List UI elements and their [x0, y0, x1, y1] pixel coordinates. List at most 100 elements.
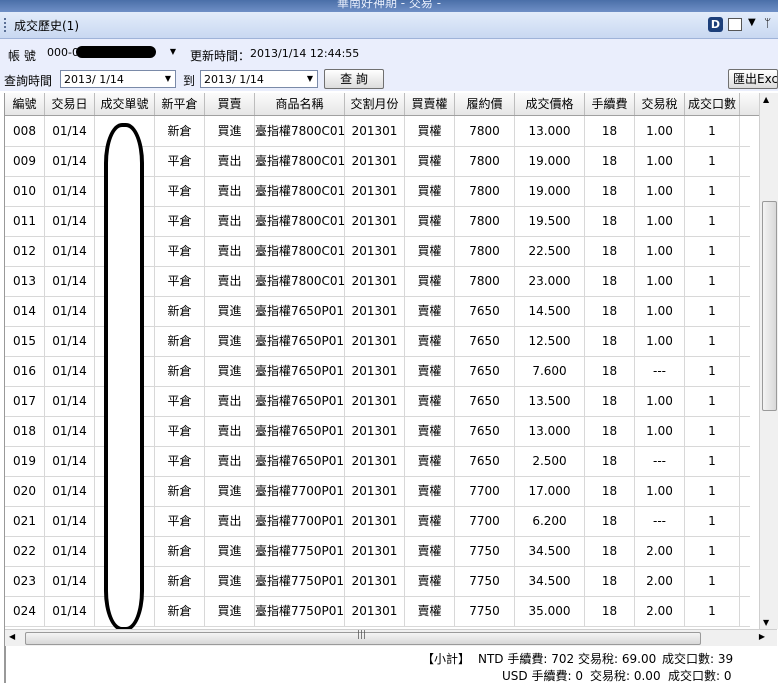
- cell-col-price: 34.500: [515, 536, 585, 566]
- cell-col-side: 賣出: [205, 146, 255, 176]
- to-date-select[interactable]: 2013/ 1/14 ▼: [200, 70, 318, 88]
- cell-col-open-close: 平倉: [155, 386, 205, 416]
- cell-col-date: 01/14: [45, 506, 95, 536]
- cell-col-price: 17.000: [515, 476, 585, 506]
- header-col-qty[interactable]: 成交口數: [685, 93, 740, 115]
- cell-col-fee: 18: [585, 266, 635, 296]
- redaction-mark: [104, 123, 144, 631]
- pin-icon[interactable]: ᛘ: [764, 16, 771, 30]
- from-date-value: 2013/ 1/14: [64, 73, 124, 86]
- header-col-side[interactable]: 買賣: [205, 93, 255, 115]
- chevron-down-icon[interactable]: ▼: [161, 71, 175, 87]
- cell-col-side: 買進: [205, 296, 255, 326]
- cell-col-tax: 1.00: [635, 416, 685, 446]
- cell-col-call-put: 賣權: [405, 476, 455, 506]
- cell-col-date: 01/14: [45, 416, 95, 446]
- cell-col-fee: 18: [585, 146, 635, 176]
- header-col-month[interactable]: 交割月份: [345, 93, 405, 115]
- scroll-up-icon[interactable]: ▲: [763, 95, 769, 104]
- cell-col-id: 013: [5, 266, 45, 296]
- cell-col-fee: 18: [585, 206, 635, 236]
- cell-col-strike: 7800: [455, 206, 515, 236]
- header-col-call-put[interactable]: 買賣權: [405, 93, 455, 115]
- cell-col-month: 201301: [345, 596, 405, 626]
- cell-col-product: 臺指權7800C01: [255, 176, 345, 206]
- cell-col-date: 01/14: [45, 446, 95, 476]
- chevron-down-icon[interactable]: ▼: [303, 71, 317, 87]
- header-col-open-close[interactable]: 新平倉: [155, 93, 205, 115]
- export-excel-button[interactable]: 匯出Excel: [728, 69, 778, 89]
- horizontal-scrollbar[interactable]: ◀ ||| ▶: [5, 629, 777, 646]
- header-col-strike[interactable]: 履約價: [455, 93, 515, 115]
- cell-col-month: 201301: [345, 236, 405, 266]
- cell-col-qty: 1: [685, 266, 740, 296]
- cell-col-tax: 2.00: [635, 596, 685, 626]
- cell-col-date: 01/14: [45, 566, 95, 596]
- cell-col-open-close: 新倉: [155, 116, 205, 146]
- scroll-down-icon[interactable]: ▼: [763, 618, 769, 627]
- header-col-order-no[interactable]: 成交單號: [95, 93, 155, 115]
- cell-col-open-close: 平倉: [155, 206, 205, 236]
- cell-col-id: 012: [5, 236, 45, 266]
- window-title: 華南好神期 - 交易 -: [336, 0, 442, 10]
- chevron-down-icon[interactable]: ▼: [166, 44, 180, 60]
- cell-col-date: 01/14: [45, 176, 95, 206]
- cell-col-qty: 1: [685, 146, 740, 176]
- query-label: 查詢時間: [4, 74, 53, 88]
- header-col-price[interactable]: 成交價格: [515, 93, 585, 115]
- header-col-fee[interactable]: 手續費: [585, 93, 635, 115]
- header-col-date[interactable]: 交易日: [45, 93, 95, 115]
- cell-col-open-close: 新倉: [155, 536, 205, 566]
- cell-col-id: 017: [5, 386, 45, 416]
- vertical-scrollbar[interactable]: ▲ ▼: [759, 93, 778, 629]
- cell-col-qty: 1: [685, 566, 740, 596]
- cell-col-strike: 7750: [455, 596, 515, 626]
- cell-col-id: 010: [5, 176, 45, 206]
- update-label: 更新時間：: [190, 49, 251, 63]
- d-button[interactable]: D: [708, 17, 723, 32]
- cell-col-fee: 18: [585, 566, 635, 596]
- cell-col-product: 臺指權7800C01: [255, 236, 345, 266]
- cell-col-call-put: 賣權: [405, 506, 455, 536]
- dropdown-arrow-icon[interactable]: ▼: [748, 17, 756, 28]
- cell-col-date: 01/14: [45, 266, 95, 296]
- cell-col-product: 臺指權7650P01: [255, 356, 345, 386]
- query-button[interactable]: 查 詢: [324, 69, 384, 89]
- cell-col-product: 臺指權7650P01: [255, 326, 345, 356]
- cell-col-month: 201301: [345, 206, 405, 236]
- cell-col-fee: 18: [585, 326, 635, 356]
- cell-col-fee: 18: [585, 116, 635, 146]
- cell-col-month: 201301: [345, 146, 405, 176]
- cell-col-side: 賣出: [205, 176, 255, 206]
- drag-grip-icon[interactable]: [4, 18, 8, 32]
- cell-col-month: 201301: [345, 326, 405, 356]
- to-label: 到: [183, 74, 196, 88]
- header-col-id[interactable]: 編號: [5, 93, 45, 115]
- cell-col-strike: 7800: [455, 146, 515, 176]
- cell-col-id: 011: [5, 206, 45, 236]
- cell-col-call-put: 賣權: [405, 446, 455, 476]
- cell-col-side: 賣出: [205, 416, 255, 446]
- cell-col-qty: 1: [685, 296, 740, 326]
- cell-col-fee: 18: [585, 296, 635, 326]
- account-label: 帳 號: [8, 49, 36, 63]
- cell-col-date: 01/14: [45, 146, 95, 176]
- scroll-right-icon[interactable]: ▶: [759, 632, 765, 641]
- cell-col-call-put: 賣權: [405, 416, 455, 446]
- scroll-thumb[interactable]: [762, 201, 777, 411]
- cell-col-open-close: 平倉: [155, 146, 205, 176]
- cell-col-id: 015: [5, 326, 45, 356]
- cell-col-qty: 1: [685, 236, 740, 266]
- window-icon[interactable]: [728, 18, 742, 31]
- from-date-select[interactable]: 2013/ 1/14 ▼: [60, 70, 176, 88]
- header-col-tax[interactable]: 交易稅: [635, 93, 685, 115]
- cell-col-open-close: 新倉: [155, 356, 205, 386]
- usd-tax: 交易稅: 0.00: [590, 669, 661, 683]
- scroll-left-icon[interactable]: ◀: [9, 632, 15, 641]
- cell-col-product: 臺指權7750P01: [255, 536, 345, 566]
- cell-col-id: 022: [5, 536, 45, 566]
- header-col-product[interactable]: 商品名稱: [255, 93, 345, 115]
- cell-col-price: 13.500: [515, 386, 585, 416]
- cell-col-date: 01/14: [45, 386, 95, 416]
- ntd-fee: NTD 手續費: 702: [478, 652, 575, 666]
